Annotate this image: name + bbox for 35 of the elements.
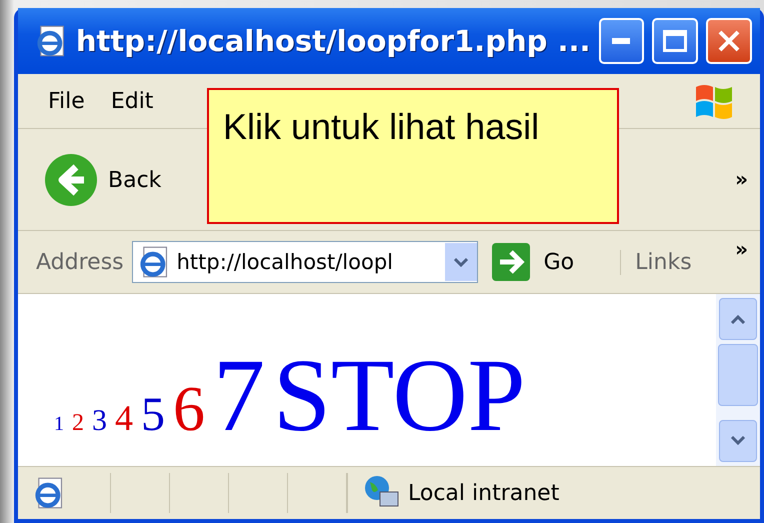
vertical-scrollbar[interactable] [716, 294, 760, 466]
close-button[interactable] [706, 18, 752, 64]
page-text: 3 [92, 406, 107, 436]
address-field[interactable]: http://localhost/loopl [132, 241, 478, 283]
overflow-chevron[interactable]: » [735, 237, 748, 261]
caret-icon [454, 257, 468, 267]
page-text: 7 [213, 344, 265, 448]
links-label[interactable]: Links [620, 250, 692, 274]
back-button[interactable]: Back [44, 153, 162, 207]
scroll-thumb[interactable] [718, 344, 758, 406]
minimize-button[interactable] [598, 18, 644, 64]
menu-item[interactable]: Edit [110, 88, 154, 114]
page-text: 4 [115, 400, 133, 436]
arrow-right-icon [492, 243, 530, 281]
page-text: 5 [141, 391, 165, 439]
page-text: 2 [72, 411, 84, 435]
scroll-up-button[interactable] [719, 298, 757, 340]
callout-note: Klik untuk lihat hasil [207, 88, 619, 224]
maximize-button[interactable] [652, 18, 698, 64]
scroll-down-button[interactable] [719, 420, 757, 462]
maximize-icon [663, 30, 688, 52]
caret-icon [730, 436, 746, 446]
zone-label: Local intranet [408, 480, 560, 506]
dropdown-button[interactable] [444, 243, 477, 281]
window-title: http://localhost/loopfor1.php ... [76, 24, 591, 58]
caret-icon [730, 314, 746, 324]
go-button[interactable]: Go [492, 243, 574, 281]
close-icon [717, 29, 742, 53]
page-text: STOP [273, 344, 526, 448]
overflow-chevron[interactable]: » [735, 167, 748, 191]
address-label: Address [36, 250, 124, 274]
page-text: 6 [173, 377, 205, 441]
minimize-icon [612, 38, 630, 44]
menu-item[interactable]: File [48, 88, 85, 114]
page-text: 1 [54, 414, 64, 434]
